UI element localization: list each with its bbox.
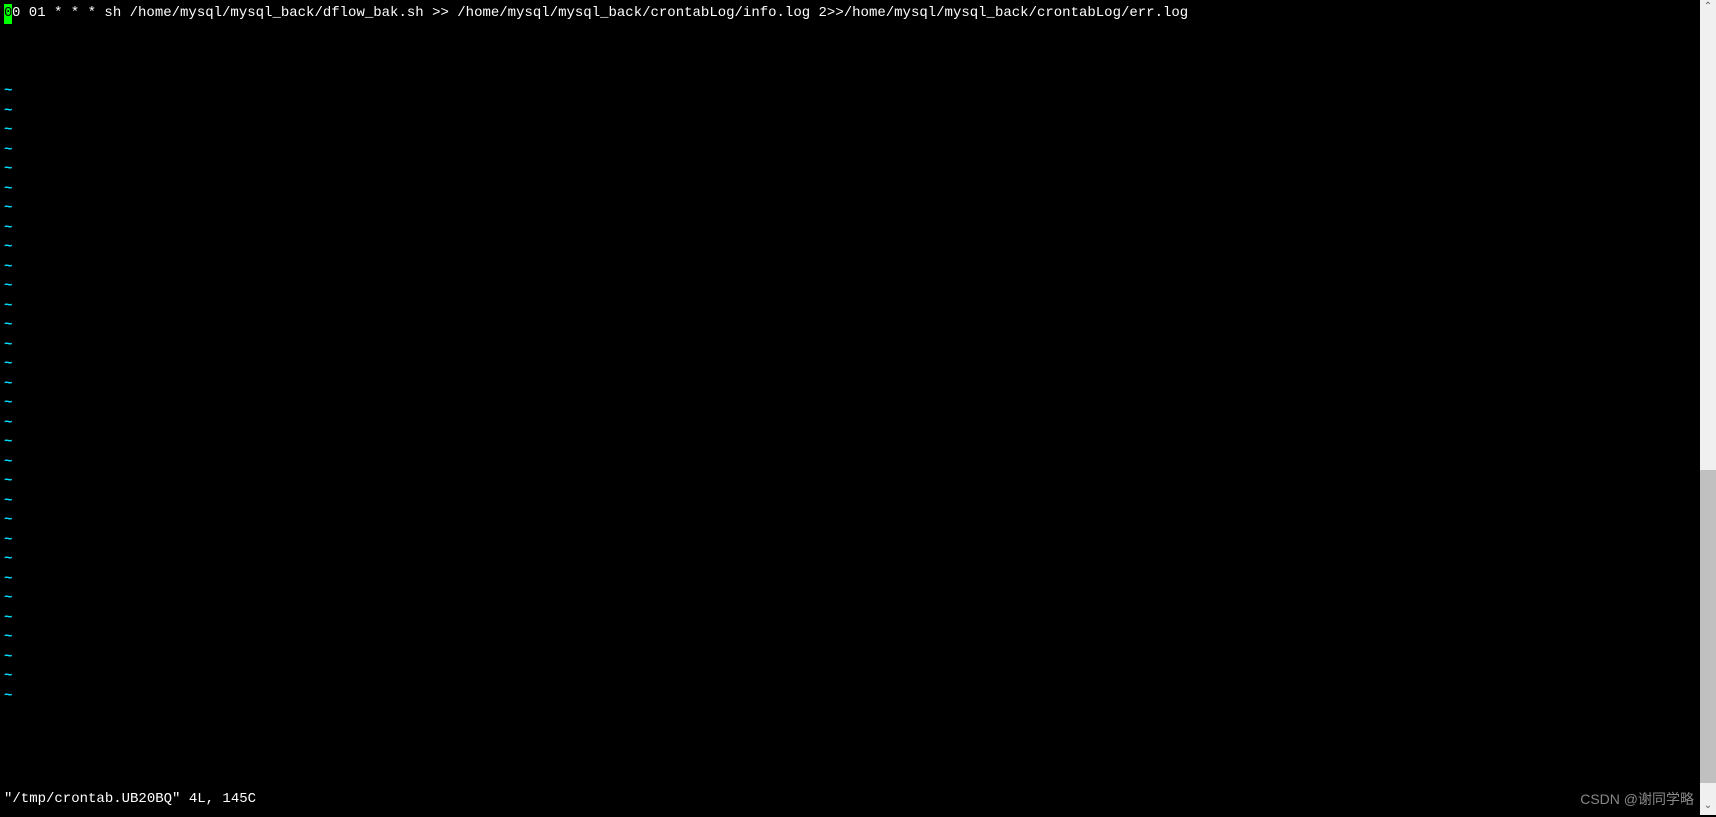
empty-line-marker: ~ <box>0 102 1700 122</box>
empty-line-marker: ~ <box>0 414 1700 434</box>
empty-line-marker: ~ <box>0 589 1700 609</box>
scroll-up-arrow-icon[interactable]: ⌃ <box>1700 0 1716 16</box>
scroll-down-arrow-icon[interactable]: ⌄ <box>1700 799 1716 815</box>
empty-line-marker: ~ <box>0 141 1700 161</box>
crontab-entry: 0 01 * * * sh /home/mysql/mysql_back/dfl… <box>12 4 1188 24</box>
empty-line-marker: ~ <box>0 511 1700 531</box>
empty-line-marker: ~ <box>0 531 1700 551</box>
empty-line-marker: ~ <box>0 258 1700 278</box>
empty-line-marker: ~ <box>0 394 1700 414</box>
vim-editor-terminal[interactable]: 00 01 * * * sh /home/mysql/mysql_back/df… <box>0 0 1700 815</box>
scrollbar-track[interactable] <box>1700 16 1716 799</box>
empty-line-marker: ~ <box>0 219 1700 239</box>
empty-line-marker: ~ <box>0 472 1700 492</box>
empty-line-marker: ~ <box>0 609 1700 629</box>
empty-line-marker: ~ <box>0 550 1700 570</box>
vertical-scrollbar[interactable]: ⌃ ⌄ <box>1700 0 1716 815</box>
empty-line-marker: ~ <box>0 687 1700 707</box>
cursor: 0 <box>4 4 12 24</box>
empty-line-marker: ~ <box>0 160 1700 180</box>
empty-line-marker: ~ <box>0 238 1700 258</box>
empty-line-marker <box>0 43 1700 63</box>
empty-line-marker: ~ <box>0 297 1700 317</box>
scrollbar-thumb[interactable] <box>1700 470 1716 783</box>
empty-line-marker: ~ <box>0 336 1700 356</box>
empty-line-marker: ~ <box>0 667 1700 687</box>
empty-line-marker: ~ <box>0 433 1700 453</box>
empty-line-marker: ~ <box>0 375 1700 395</box>
empty-line-marker: ~ <box>0 277 1700 297</box>
empty-line-marker: ~ <box>0 628 1700 648</box>
empty-line-marker: ~ <box>0 570 1700 590</box>
empty-line-marker: ~ <box>0 199 1700 219</box>
vim-status-line: "/tmp/crontab.UB20BQ" 4L, 145C <box>4 790 256 810</box>
editor-line-1[interactable]: 00 01 * * * sh /home/mysql/mysql_back/df… <box>0 4 1700 24</box>
empty-line-marker: ~ <box>0 121 1700 141</box>
empty-line-marker <box>0 24 1700 44</box>
empty-line-marker: ~ <box>0 316 1700 336</box>
empty-line-marker: ~ <box>0 453 1700 473</box>
empty-line-marker: ~ <box>0 355 1700 375</box>
empty-line-marker: ~ <box>0 180 1700 200</box>
empty-line-marker: ~ <box>0 648 1700 668</box>
empty-line-marker: ~ <box>0 492 1700 512</box>
empty-line-marker: ~ <box>0 82 1700 102</box>
csdn-watermark: CSDN @谢同学略 <box>1580 790 1694 810</box>
empty-line-marker <box>0 63 1700 83</box>
